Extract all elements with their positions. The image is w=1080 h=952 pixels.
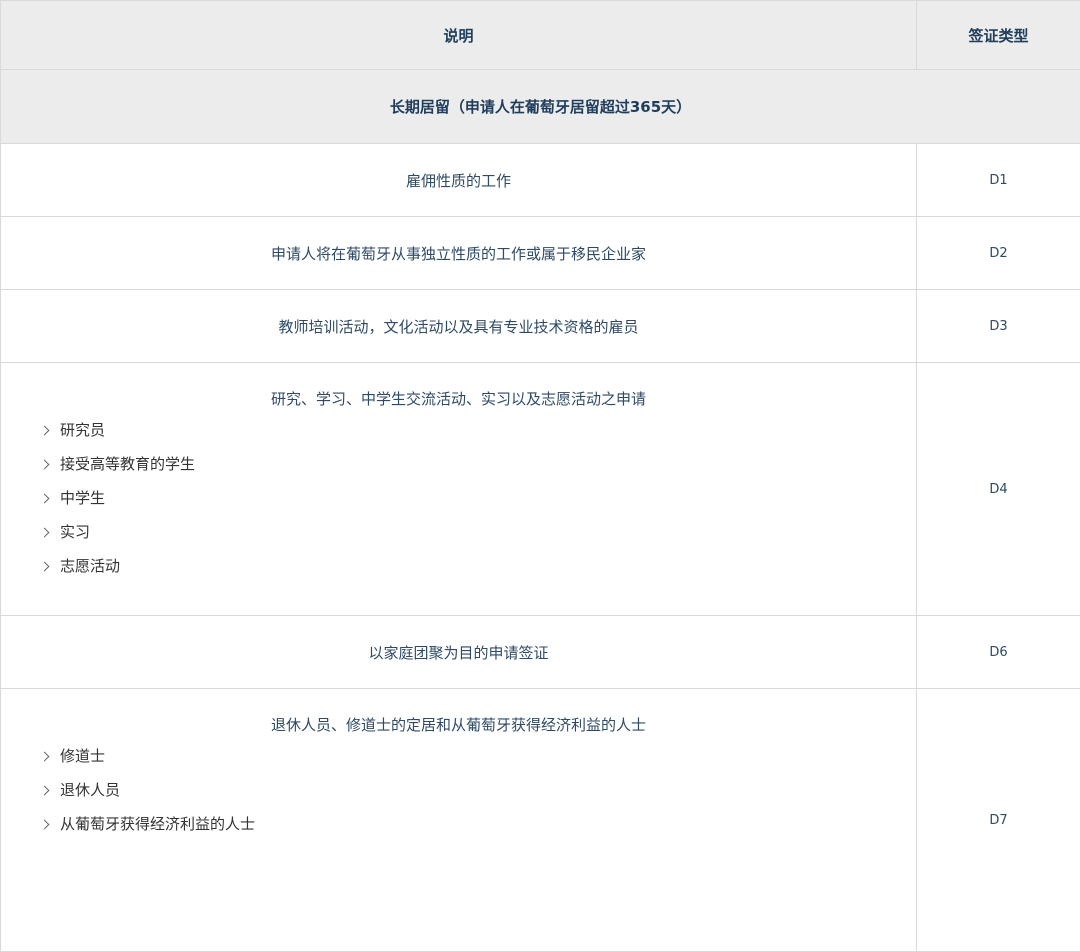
list-item-label: 从葡萄牙获得经济利益的人士: [60, 814, 255, 834]
table-row-d7: 退休人员、修道士的定居和从葡萄牙获得经济利益的人士 修道士 退休人员 从葡萄牙获…: [1, 689, 1080, 952]
chevron-right-icon: [40, 786, 50, 796]
table-row-d6: 以家庭团聚为目的申请签证 D6: [1, 616, 1080, 689]
row-description-multi: 研究、学习、中学生交流活动、实习以及志愿活动之申请 研究员 接受高等教育的学生 …: [1, 363, 917, 616]
chevron-right-icon: [40, 562, 50, 572]
section-row-long-stay: 长期居留（申请人在葡萄牙居留超过365天）: [1, 70, 1080, 144]
header-visa-type: 签证类型: [917, 1, 1080, 70]
chevron-right-icon: [40, 460, 50, 470]
list-item-label: 实习: [60, 522, 90, 542]
list-item-label: 志愿活动: [60, 556, 120, 576]
row-description-multi: 退休人员、修道士的定居和从葡萄牙获得经济利益的人士 修道士 退休人员 从葡萄牙获…: [1, 689, 917, 952]
row-visa-type: D2: [917, 217, 1080, 290]
table-row-d1: 雇佣性质的工作 D1: [1, 144, 1080, 217]
header-description: 说明: [1, 1, 917, 70]
sub-item-list: 修道士 退休人员 从葡萄牙获得经济利益的人士: [1, 746, 916, 848]
sub-item-list: 研究员 接受高等教育的学生 中学生 实习 志愿活动: [1, 420, 916, 590]
chevron-right-icon: [40, 426, 50, 436]
chevron-right-icon: [40, 528, 50, 538]
list-item-label: 接受高等教育的学生: [60, 454, 195, 474]
list-item: 志愿活动: [41, 556, 916, 590]
list-item: 退休人员: [41, 780, 916, 814]
row-description: 教师培训活动，文化活动以及具有专业技术资格的雇员: [1, 290, 917, 363]
list-item: 接受高等教育的学生: [41, 454, 916, 488]
row-visa-type: D6: [917, 616, 1080, 689]
table-row-d4: 研究、学习、中学生交流活动、实习以及志愿活动之申请 研究员 接受高等教育的学生 …: [1, 363, 1080, 616]
list-item: 修道士: [41, 746, 916, 780]
row-visa-type: D1: [917, 144, 1080, 217]
chevron-right-icon: [40, 494, 50, 504]
chevron-right-icon: [40, 752, 50, 762]
row-visa-type: D4: [917, 363, 1080, 616]
visa-type-table: 说明 签证类型 长期居留（申请人在葡萄牙居留超过365天） 雇佣性质的工作 D1…: [0, 0, 1080, 952]
list-item: 从葡萄牙获得经济利益的人士: [41, 814, 916, 848]
list-item: 研究员: [41, 420, 916, 454]
chevron-right-icon: [40, 820, 50, 830]
section-title: 长期居留（申请人在葡萄牙居留超过365天）: [1, 70, 1080, 144]
table-header-row: 说明 签证类型: [1, 1, 1080, 70]
list-item: 实习: [41, 522, 916, 556]
list-item-label: 退休人员: [60, 780, 120, 800]
row-description: 申请人将在葡萄牙从事独立性质的工作或属于移民企业家: [1, 217, 917, 290]
row-visa-type: D7: [917, 689, 1080, 952]
row-description: 研究、学习、中学生交流活动、实习以及志愿活动之申请: [1, 388, 916, 409]
list-item-label: 修道士: [60, 746, 105, 766]
table-row-d2: 申请人将在葡萄牙从事独立性质的工作或属于移民企业家 D2: [1, 217, 1080, 290]
row-description: 雇佣性质的工作: [1, 144, 917, 217]
row-description: 以家庭团聚为目的申请签证: [1, 616, 917, 689]
list-item: 中学生: [41, 488, 916, 522]
row-visa-type: D3: [917, 290, 1080, 363]
list-item-label: 研究员: [60, 420, 105, 440]
table-row-d3: 教师培训活动，文化活动以及具有专业技术资格的雇员 D3: [1, 290, 1080, 363]
row-description: 退休人员、修道士的定居和从葡萄牙获得经济利益的人士: [1, 714, 916, 735]
list-item-label: 中学生: [60, 488, 105, 508]
